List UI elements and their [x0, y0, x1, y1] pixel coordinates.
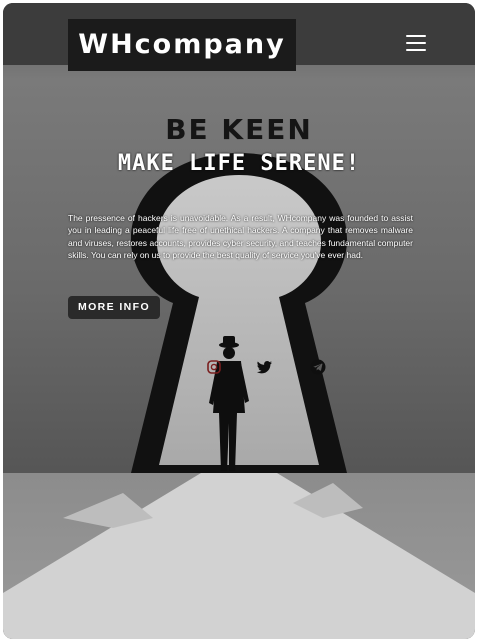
- menu-bar-line: [406, 42, 426, 44]
- hero-background-image: [3, 3, 475, 639]
- hamburger-menu-icon[interactable]: [406, 33, 426, 53]
- menu-bar-line: [406, 35, 426, 37]
- hero-subheadline: MAKE LIFE SERENE!: [117, 151, 361, 176]
- hero-headline: BE KEEN: [165, 113, 313, 146]
- hero-description: The pressence of hackers is unavoidable.…: [68, 213, 413, 260]
- telegram-icon[interactable]: [310, 359, 326, 375]
- more-info-button[interactable]: MORE INFO: [68, 296, 160, 319]
- page-frame: WHcompany BE KEEN MAKE LIFE SERENE! The …: [3, 3, 475, 639]
- menu-bar-line: [406, 49, 426, 51]
- brand-logo[interactable]: WHcompany: [68, 19, 296, 71]
- twitter-icon[interactable]: [257, 359, 273, 375]
- decorative-quote-strip: [83, 341, 363, 347]
- instagram-icon[interactable]: [206, 359, 222, 375]
